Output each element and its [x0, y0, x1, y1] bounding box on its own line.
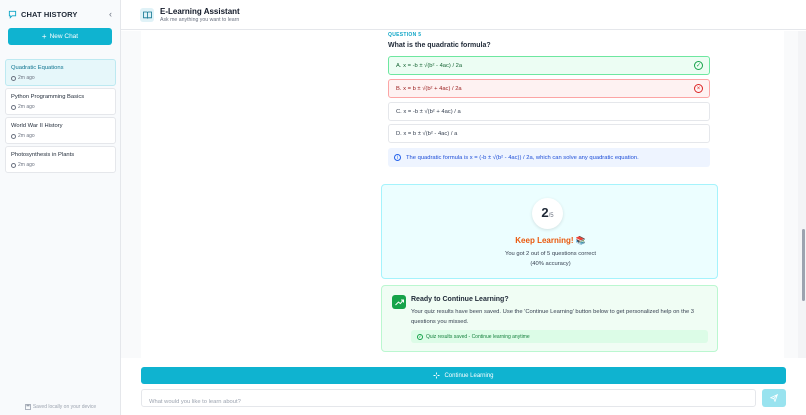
- chat-item-time-label: 2m ago: [18, 133, 35, 139]
- continue-body: Your quiz results have been saved. Use t…: [411, 309, 695, 325]
- continue-learning-card: Ready to Continue Learning? Your quiz re…: [381, 285, 718, 352]
- answer-option[interactable]: C. x = -b ± √(b² + 4ac) / a: [388, 102, 710, 121]
- sidebar-header: CHAT HISTORY ‹: [0, 0, 120, 28]
- app-root: CHAT HISTORY ‹ + New Chat Quadratic Equa…: [0, 0, 806, 415]
- chat-item-title: Quadratic Equations: [11, 65, 64, 71]
- answer-option[interactable]: A. x = -b ± √(b² - 4ac) / 2a ✓: [388, 56, 710, 75]
- continue-learning-label: Continue Learning: [444, 372, 494, 379]
- book-icon: [140, 7, 154, 22]
- answer-option-text: C. x = -b ± √(b² + 4ac) / a: [396, 108, 461, 115]
- save-icon: [24, 404, 31, 410]
- saved-status: ✓ Quiz results saved - Continue learning…: [411, 330, 708, 343]
- question-card: QUESTION 5 What is the quadratic formula…: [382, 31, 718, 173]
- chat-content: QUESTION 5 What is the quadratic formula…: [141, 31, 784, 358]
- answer-option[interactable]: B. x = b ± √(b² + 4ac) / 2a ×: [388, 79, 710, 98]
- answer-option-text: A. x = -b ± √(b² - 4ac) / 2a: [396, 62, 463, 69]
- score-headline: Keep Learning! 📚: [515, 236, 586, 245]
- score-badge: 2 /5: [532, 198, 563, 229]
- send-button[interactable]: [762, 389, 786, 407]
- answer-option[interactable]: D. x = b ± √(b² - 4ac) / a: [388, 124, 710, 143]
- sidebar-title: CHAT HISTORY: [21, 9, 78, 19]
- chat-item-time-label: 2m ago: [18, 75, 35, 81]
- app-header: E-Learning Assistant Ask me anything you…: [121, 0, 806, 30]
- score-accuracy: (40% accuracy): [530, 261, 571, 267]
- question-text: What is the quadratic formula?: [388, 42, 491, 49]
- continue-title: Ready to Continue Learning?: [411, 296, 509, 303]
- chat-item-time: 2m ago: [11, 104, 110, 110]
- chat-history-item[interactable]: World War II History 2m ago: [5, 117, 116, 144]
- sidebar-footer-text: Saved locally on your device: [32, 404, 97, 410]
- explanation-text: The quadratic formula is x = (-b ± √(b² …: [406, 154, 639, 161]
- chat-item-time: 2m ago: [11, 133, 110, 139]
- message-input[interactable]: [142, 394, 755, 410]
- sparkle-icon: [433, 372, 440, 379]
- chat-item-time: 2m ago: [11, 162, 110, 168]
- answer-option-text: D. x = b ± √(b² - 4ac) / a: [396, 130, 458, 137]
- score-summary: You got 2 out of 5 questions correct: [505, 251, 596, 257]
- chat-item-title: Photosynthesis in Plants: [11, 152, 75, 158]
- scrollbar-thumb[interactable]: [802, 229, 805, 301]
- chat-history-item[interactable]: Photosynthesis in Plants 2m ago: [5, 146, 116, 173]
- clock-icon: [11, 75, 16, 81]
- page-subtitle: Ask me anything you want to learn: [160, 16, 240, 23]
- clock-icon: [11, 104, 16, 110]
- score-card: 2 /5 Keep Learning! 📚 You got 2 out of 5…: [381, 184, 718, 279]
- sidebar: CHAT HISTORY ‹ + New Chat Quadratic Equa…: [0, 0, 121, 415]
- check-circle-icon: ✓: [694, 61, 703, 70]
- chevron-left-icon[interactable]: ‹: [109, 9, 112, 19]
- trending-up-icon: [392, 295, 406, 309]
- info-icon: i: [394, 154, 401, 161]
- saved-status-text: Quiz results saved - Continue learning a…: [426, 333, 530, 340]
- x-circle-icon: ×: [694, 84, 703, 93]
- sidebar-footer: Saved locally on your device: [0, 404, 121, 410]
- clock-icon: [11, 133, 16, 139]
- new-chat-button[interactable]: + New Chat: [8, 28, 112, 45]
- chat-item-title: Python Programming Basics: [11, 94, 85, 100]
- chat-bubble-icon: [8, 10, 17, 19]
- check-circle-icon: ✓: [417, 333, 423, 340]
- chat-item-title: World War II History: [11, 123, 63, 129]
- chat-history-item[interactable]: Python Programming Basics 2m ago: [5, 88, 116, 115]
- new-chat-label: New Chat: [49, 33, 79, 40]
- question-number: QUESTION 5: [388, 32, 422, 38]
- chat-history-list: Quadratic Equations 2m ago Python Progra…: [5, 59, 116, 175]
- chat-main[interactable]: QUESTION 5 What is the quadratic formula…: [121, 31, 798, 358]
- score-correct: 2: [541, 205, 549, 220]
- chat-item-time-label: 2m ago: [18, 162, 35, 168]
- header-text: E-Learning Assistant Ask me anything you…: [160, 7, 240, 23]
- answer-option-text: B. x = b ± √(b² + 4ac) / 2a: [396, 85, 462, 92]
- chat-history-item[interactable]: Quadratic Equations 2m ago: [5, 59, 116, 86]
- continue-learning-button[interactable]: Continue Learning: [141, 367, 786, 384]
- plus-icon: +: [41, 31, 47, 41]
- explanation-box: i The quadratic formula is x = (-b ± √(b…: [388, 148, 710, 167]
- message-input-wrapper: [141, 389, 756, 410]
- send-icon: [770, 394, 778, 402]
- chat-item-time: 2m ago: [11, 75, 110, 81]
- scrollbar-track[interactable]: [798, 31, 806, 358]
- page-title: E-Learning Assistant: [160, 6, 240, 16]
- chat-item-time-label: 2m ago: [18, 104, 35, 110]
- score-total: /5: [548, 213, 554, 219]
- clock-icon: [11, 162, 16, 168]
